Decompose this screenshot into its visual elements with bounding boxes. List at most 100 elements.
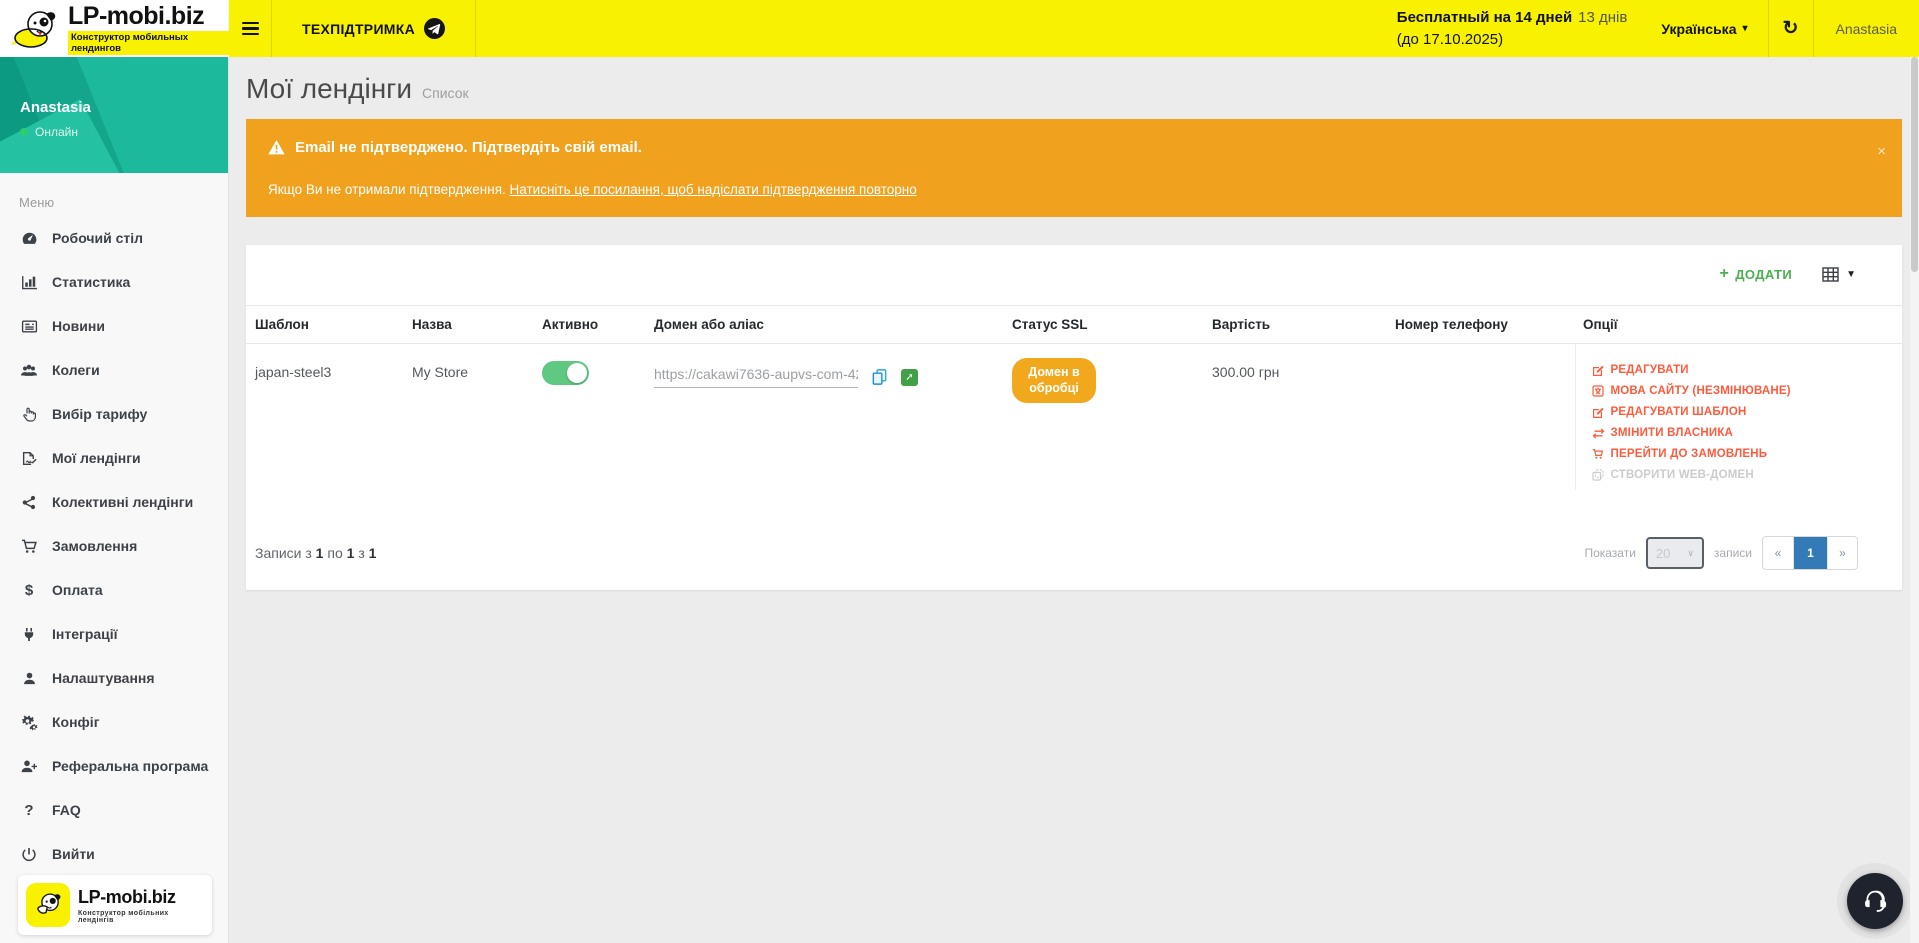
- close-icon[interactable]: ×: [1877, 143, 1886, 160]
- sidebar-item-orders[interactable]: Замовлення: [0, 524, 228, 568]
- cell-template: japan-steel3: [246, 344, 404, 491]
- records-label: записи: [1714, 546, 1752, 560]
- sidebar-footer-logo[interactable]: LP-mobi.biz Конструктор мобільних лендін…: [18, 875, 212, 935]
- add-landing-button[interactable]: + ДОДАТИ: [1719, 265, 1792, 283]
- ssl-status-badge: Домен в обробці: [1012, 358, 1096, 403]
- open-site-icon[interactable]: ➚: [901, 369, 918, 386]
- alert-text: Якщо Ви не отримали підтвердження.: [268, 182, 510, 197]
- sidebar-user-panel: Anastasia Онлайн: [0, 57, 228, 173]
- sidebar-item-tariff[interactable]: Вибір тарифу: [0, 392, 228, 436]
- landings-table: Шаблон Назва Активно Домен або аліас Ста…: [246, 305, 1902, 490]
- cart-icon: [1592, 448, 1605, 460]
- chevron-down-icon: ▼: [1846, 269, 1856, 280]
- sidebar-item-dashboard[interactable]: Робочий стіл: [0, 216, 228, 260]
- trial-until: (до 17.10.2025): [1397, 29, 1628, 51]
- topbar-username[interactable]: Anastasia: [1814, 0, 1919, 57]
- col-name: Назва: [404, 306, 534, 344]
- alert-title-text: Email не підтверджено. Підтвердіть свій …: [295, 139, 642, 156]
- option-go-to-orders[interactable]: ПЕРЕЙТИ ДО ЗАМОВЛЕНЬ: [1592, 448, 1895, 460]
- sidebar-item-payment[interactable]: $ Оплата: [0, 568, 228, 612]
- pagination-prev-button[interactable]: «: [1763, 537, 1793, 569]
- option-edit[interactable]: РЕДАГУВАТИ: [1592, 364, 1895, 376]
- option-create-web-domain: СТВОРИТИ WEB-ДОМЕН: [1592, 469, 1895, 481]
- sidebar-item-referral[interactable]: Реферальна програма: [0, 744, 228, 788]
- option-site-language[interactable]: МОВА САЙТУ (НЕЗМІНЮВАНЕ): [1592, 385, 1895, 397]
- brand-logo[interactable]: LP-mobi.biz Конструктор мобильных лендин…: [0, 0, 229, 57]
- pagination-page-1[interactable]: 1: [1793, 537, 1827, 569]
- edit-icon: [1592, 364, 1605, 376]
- sidebar-item-collective-landings[interactable]: Колективні лендінги: [0, 480, 228, 524]
- pagination-next-button[interactable]: »: [1827, 537, 1857, 569]
- trial-days-left: 13 днів: [1578, 9, 1627, 26]
- refresh-button[interactable]: ↻: [1768, 0, 1814, 57]
- user-icon: [19, 670, 39, 687]
- power-icon: [19, 846, 39, 863]
- hamburger-menu-button[interactable]: [229, 0, 272, 57]
- support-link[interactable]: ТЕХПІДТРИМКА: [272, 0, 476, 57]
- top-bar: LP-mobi.biz Конструктор мобильных лендин…: [0, 0, 1919, 57]
- col-options: Опції: [1575, 306, 1902, 344]
- trial-plan: Бесплатный на 14 дней: [1397, 9, 1572, 26]
- sidebar-item-logout[interactable]: Вийти: [0, 832, 228, 876]
- chevron-down-icon: ▾: [1742, 23, 1747, 34]
- sidebar-item-news[interactable]: Новини: [0, 304, 228, 348]
- menu-section-label: Меню: [19, 195, 228, 210]
- sidebar-footer-title: LP-mobi.biz: [78, 887, 204, 908]
- domain-input[interactable]: [654, 364, 858, 388]
- column-settings-button[interactable]: ▼: [1822, 267, 1856, 282]
- table-header-row: Шаблон Назва Активно Домен або аліас Ста…: [246, 306, 1902, 344]
- cell-phone: [1387, 344, 1575, 491]
- sidebar-item-statistics[interactable]: Статистика: [0, 260, 228, 304]
- user-plus-icon: [19, 758, 39, 775]
- edit-icon: [1592, 406, 1605, 418]
- telegram-icon: [424, 18, 445, 39]
- support-chat-button[interactable]: [1847, 873, 1903, 929]
- exchange-icon: [1592, 428, 1605, 439]
- scrollbar-thumb[interactable]: [1911, 57, 1918, 272]
- col-template: Шаблон: [246, 306, 404, 344]
- col-phone: Номер телефону: [1387, 306, 1575, 344]
- chat-widget-halo: [1837, 863, 1913, 939]
- headset-icon: [1861, 887, 1889, 915]
- brand-title: LP-mobi.biz: [68, 2, 204, 30]
- brand-subtitle: Конструктор мобильных лендингов: [68, 31, 229, 55]
- col-cost: Вартість: [1204, 306, 1387, 344]
- pagination: « 1 »: [1762, 536, 1858, 570]
- sidebar-item-integrations[interactable]: Інтеграції: [0, 612, 228, 656]
- language-icon: [1592, 385, 1605, 397]
- page-size-select[interactable]: 20 ∨: [1646, 537, 1704, 569]
- sidebar-user-name: Anastasia: [20, 99, 228, 116]
- option-change-owner[interactable]: ЗМІНИТИ ВЛАСНИКА: [1592, 427, 1895, 439]
- sidebar-item-config[interactable]: Конфіг: [0, 700, 228, 744]
- clone-icon: [1592, 469, 1605, 481]
- stats-icon: [19, 274, 39, 291]
- main-content: Мої лендінги Список Email не підтверджен…: [229, 57, 1919, 943]
- copy-icon[interactable]: [870, 367, 889, 387]
- dollar-icon: $: [19, 582, 39, 599]
- sidebar-item-colleagues[interactable]: Колеги: [0, 348, 228, 392]
- table-row: japan-steel3 My Store ➚: [246, 344, 1902, 491]
- language-selector[interactable]: Українська ▾: [1641, 0, 1767, 57]
- sidebar-user-status: Онлайн: [35, 125, 78, 139]
- col-domain: Домен або аліас: [646, 306, 1004, 344]
- grid-icon: [1822, 267, 1839, 282]
- option-edit-template[interactable]: РЕДАГУВАТИ ШАБЛОН: [1592, 406, 1895, 418]
- records-info: Записи з 1 по 1 з 1: [255, 545, 376, 561]
- page-scrollbar[interactable]: [1910, 57, 1919, 943]
- email-warning-banner: Email не підтверджено. Підтвердіть свій …: [246, 119, 1902, 217]
- cogs-icon: [19, 714, 39, 731]
- trial-status: Бесплатный на 14 дней 13 днів (до 17.10.2…: [1397, 0, 1642, 57]
- active-toggle[interactable]: [542, 361, 589, 385]
- dog-logo-icon: [26, 883, 70, 927]
- plus-icon: +: [1719, 265, 1729, 283]
- resend-confirmation-link[interactable]: Натисніть це посилання, щоб надіслати пі…: [510, 182, 917, 197]
- sidebar-item-faq[interactable]: ? FAQ: [0, 788, 228, 832]
- sidebar-footer-subtitle: Конструктор мобільних лендінгів: [78, 910, 204, 924]
- cell-cost: 300.00 грн: [1204, 344, 1387, 491]
- colleagues-icon: [19, 362, 39, 379]
- sidebar-item-my-landings[interactable]: Мої лендінги: [0, 436, 228, 480]
- language-label: Українська: [1661, 21, 1736, 37]
- support-label: ТЕХПІДТРИМКА: [302, 21, 415, 37]
- sidebar-item-settings[interactable]: Налаштування: [0, 656, 228, 700]
- online-status-dot: [20, 128, 28, 136]
